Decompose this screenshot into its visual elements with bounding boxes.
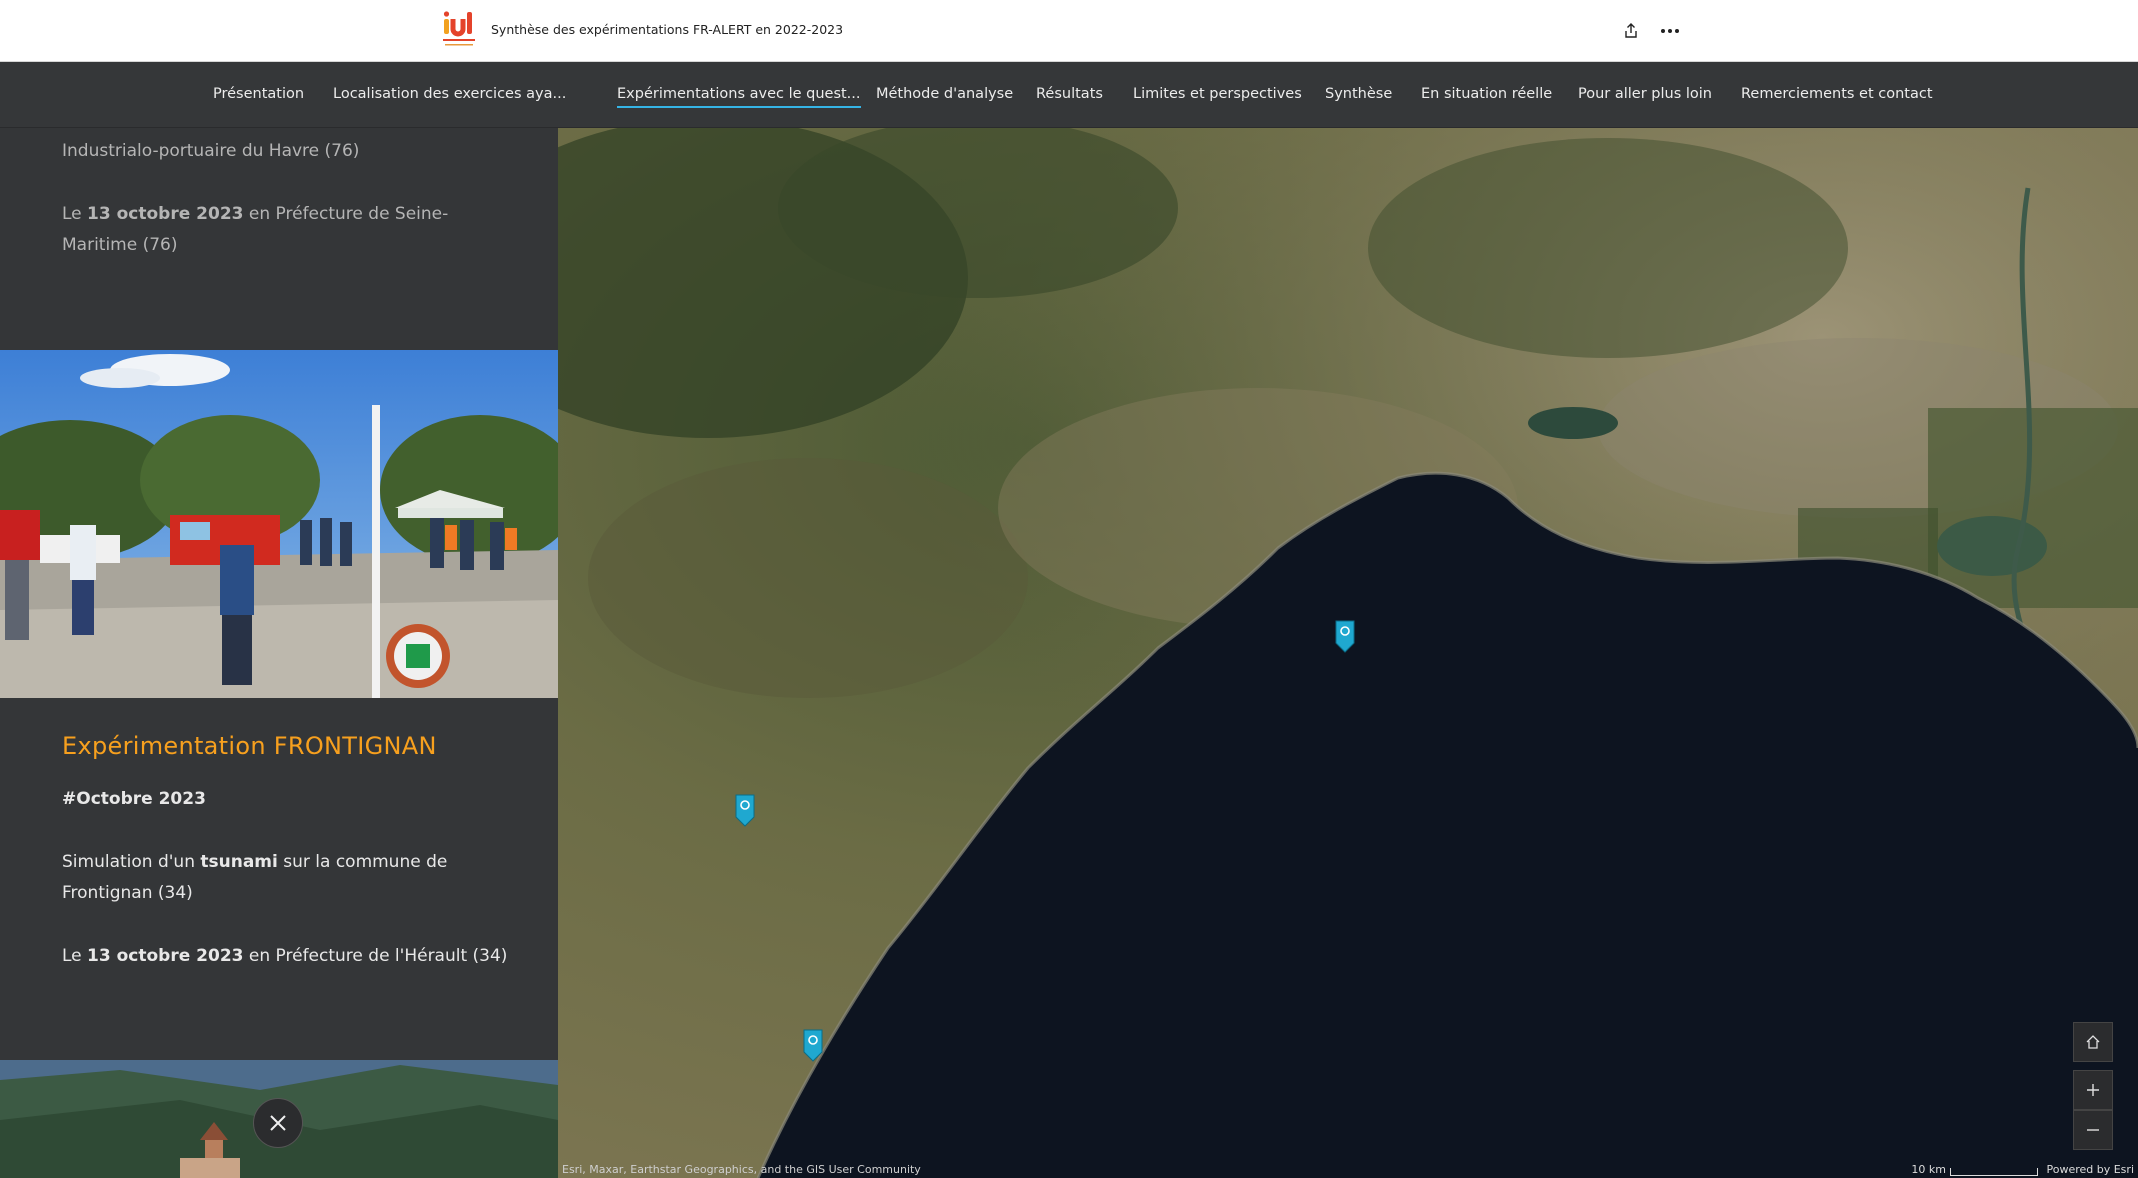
nav-situation-reelle[interactable]: En situation réelle <box>1421 86 1552 106</box>
nav-resultats[interactable]: Résultats <box>1036 86 1103 106</box>
map-marker-frontignan[interactable] <box>1334 619 1356 653</box>
map-imagery[interactable] <box>558 128 2138 1178</box>
map-attribution: Esri, Maxar, Earthstar Geographics, and … <box>562 1163 921 1176</box>
powered-by-esri[interactable]: Powered by Esri <box>2046 1163 2134 1176</box>
share-button[interactable] <box>1614 14 1648 48</box>
nav-remerciements[interactable]: Remerciements et contact <box>1741 86 1933 106</box>
minus-icon <box>2087 1129 2099 1131</box>
nav-methode[interactable]: Méthode d'analyse <box>876 86 1013 106</box>
story-title: Synthèse des expérimentations FR-ALERT e… <box>491 22 844 37</box>
map-scale-bar: 10 km <box>1911 1163 2038 1176</box>
prev-location-text: Industrialo-portuaire du Havre (76) <box>62 141 360 161</box>
map-zoom-out-button[interactable] <box>2073 1110 2113 1150</box>
section-navigation: Présentation Localisation des exercices … <box>0 62 2138 128</box>
story-header: Synthèse des expérimentations FR-ALERT e… <box>0 0 2138 62</box>
prev-date-text: Le 13 octobre 2023 en Préfecture de Sein… <box>62 204 449 255</box>
more-options-icon <box>1661 29 1679 33</box>
nav-presentation[interactable]: Présentation <box>213 86 304 106</box>
narrative-panel[interactable]: Industrialo-portuaire du Havre (76) Le 1… <box>0 128 558 1178</box>
nav-aller-plus-loin[interactable]: Pour aller plus loin <box>1578 86 1712 106</box>
home-icon <box>2086 1035 2100 1049</box>
experiment-date: Le 13 octobre 2023 en Préfecture de l'Hé… <box>62 946 508 966</box>
close-button[interactable] <box>253 1098 303 1148</box>
experiment-hashtag: #Octobre 2023 <box>62 789 206 809</box>
map-marker-west[interactable] <box>734 793 756 827</box>
frontignan-photo <box>0 350 558 698</box>
experiment-description: Simulation d'un tsunami sur la commune d… <box>62 852 448 903</box>
nav-localisation[interactable]: Localisation des exercices aya... <box>333 86 566 106</box>
scale-label: 10 km <box>1911 1163 1946 1176</box>
experiment-title: Expérimentation FRONTIGNAN <box>62 732 437 760</box>
scale-line <box>1950 1168 2038 1176</box>
map-marker-south[interactable] <box>802 1028 824 1062</box>
nav-synthese[interactable]: Synthèse <box>1325 86 1392 106</box>
close-icon <box>270 1115 286 1131</box>
share-icon <box>1625 23 1637 38</box>
plus-icon <box>2087 1084 2099 1096</box>
more-options-button[interactable] <box>1653 14 1687 48</box>
nav-experimentations[interactable]: Expérimentations avec le quest... <box>617 86 861 108</box>
avignon-university-logo[interactable] <box>441 9 477 51</box>
map-home-button[interactable] <box>2073 1022 2113 1062</box>
satellite-map[interactable]: Esri, Maxar, Earthstar Geographics, and … <box>558 128 2138 1178</box>
nav-limites[interactable]: Limites et perspectives <box>1133 86 1302 106</box>
map-zoom-in-button[interactable] <box>2073 1070 2113 1110</box>
